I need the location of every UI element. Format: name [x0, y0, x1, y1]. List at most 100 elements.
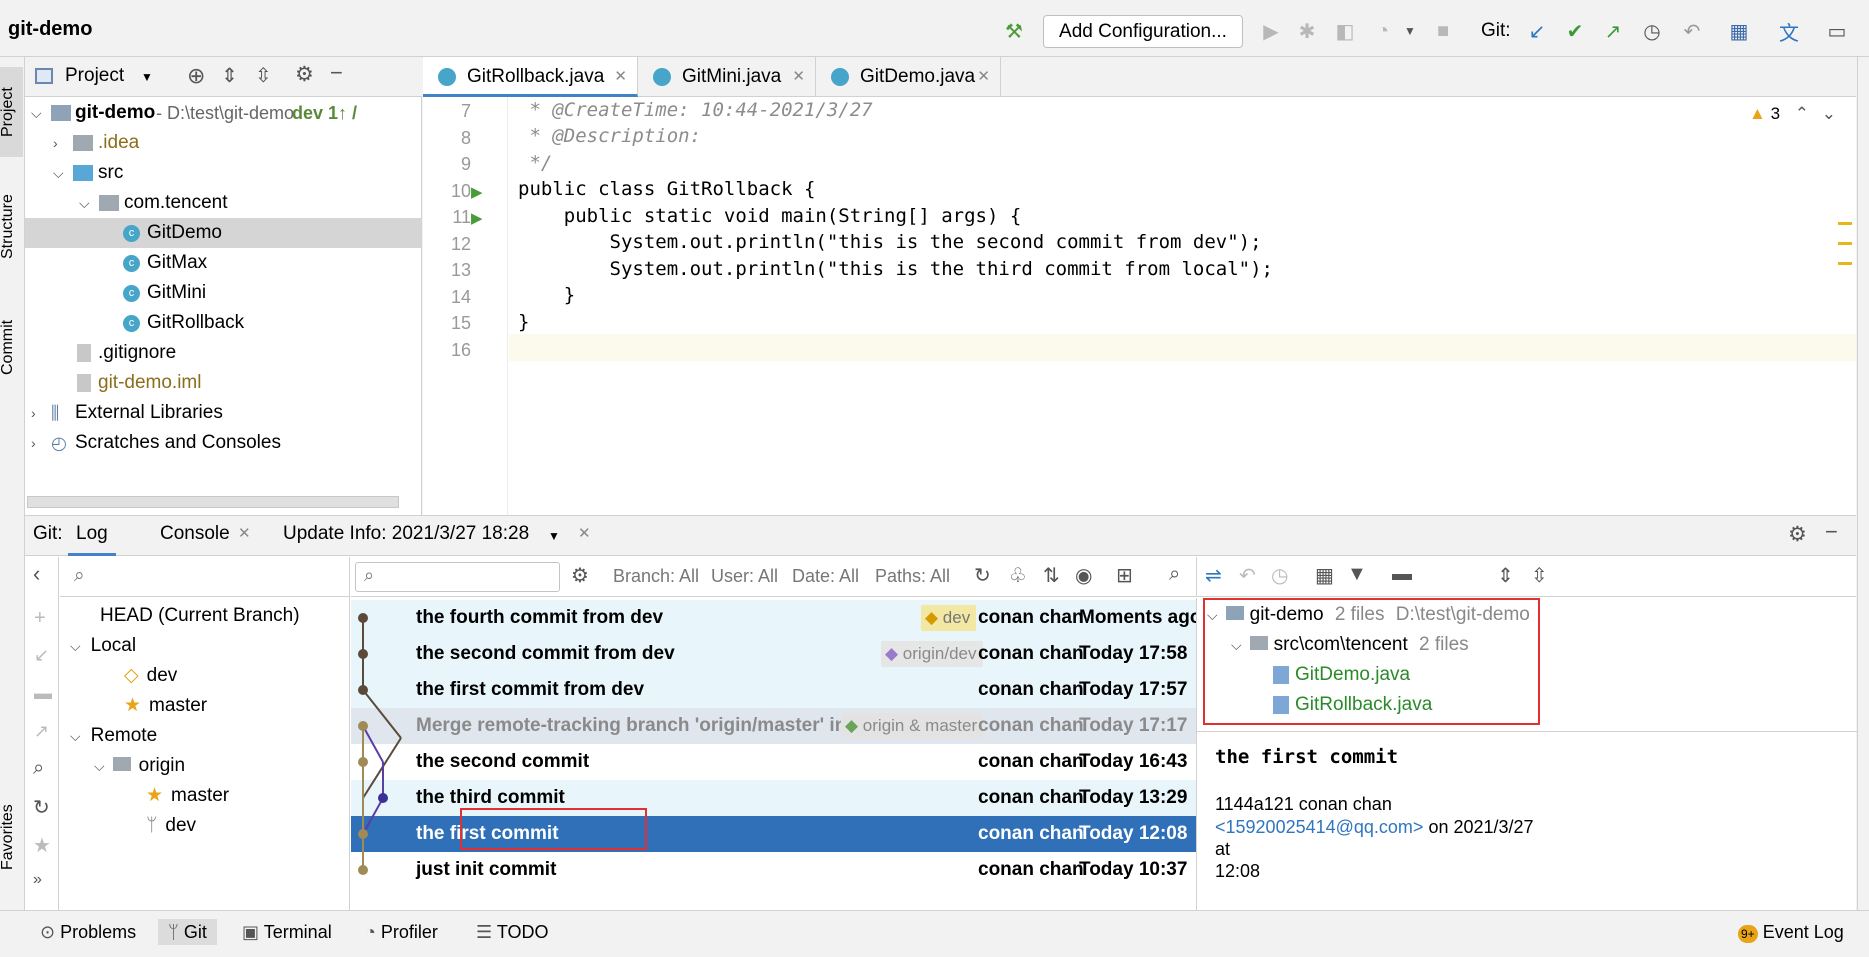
git-button[interactable]: ᛘ Git [158, 919, 217, 945]
event-log-button[interactable]: 9+ Event Log [1738, 919, 1844, 945]
branch-filter[interactable]: Branch: All [613, 566, 699, 587]
tree-row-external-libraries[interactable]: › ⫼ External Libraries [25, 398, 422, 428]
locate-icon[interactable]: ⊕ [187, 63, 205, 89]
run-icon[interactable]: ▶ [1260, 20, 1282, 43]
tree-row-gitignore[interactable]: .gitignore [25, 338, 422, 368]
close-icon[interactable]: ✕ [238, 524, 251, 542]
chevron-down-icon[interactable]: ▼ [1399, 20, 1421, 42]
history-clock-icon[interactable]: ◷ [1641, 20, 1663, 43]
branch-group-local[interactable]: ⌵ Local [70, 631, 136, 661]
close-icon[interactable]: ✕ [614, 57, 627, 97]
tree-row-git-demo[interactable]: ⌵ git-demo - D:\test\git-demo dev 1↑ / [25, 98, 422, 128]
error-stripe-marker[interactable] [1838, 262, 1852, 265]
horizontal-scrollbar[interactable] [27, 496, 399, 508]
delete-icon[interactable]: ▬ [34, 683, 52, 704]
author-email-link[interactable]: <15920025414@qq.com> [1215, 817, 1423, 837]
tree-row-gitmax[interactable]: c GitMax [25, 248, 422, 278]
tree-row-idea[interactable]: › .idea [25, 128, 422, 158]
refresh-icon[interactable]: ↻ [974, 563, 991, 588]
tree-row-package[interactable]: ⌵ com.tencent [25, 188, 422, 218]
chevron-down-icon[interactable]: ⌵ [79, 188, 90, 218]
translate-icon[interactable]: 文 [1778, 20, 1800, 45]
branch-origin-master[interactable]: ★ master [146, 781, 229, 811]
window-layout-icon[interactable]: ▭ [1826, 20, 1848, 43]
plus-icon[interactable]: + [34, 607, 46, 630]
star-icon[interactable]: ★ [33, 833, 51, 858]
merge-icon[interactable]: ↗ [34, 721, 49, 742]
code-area[interactable]: * @CreateTime: 10:44-2021/3/27 * @Descri… [423, 97, 1856, 515]
error-stripe-marker[interactable] [1838, 222, 1852, 225]
collapse-all-icon[interactable]: ⇳ [255, 63, 272, 88]
problems-button[interactable]: ⊙ Problems [40, 919, 136, 945]
branch-local-dev[interactable]: ◇ dev [124, 661, 177, 691]
tree-row-src[interactable]: ⌵ src [25, 158, 422, 188]
refresh-icon[interactable]: ↻ [33, 795, 50, 820]
branch-head[interactable]: HEAD (Current Branch) [100, 601, 300, 631]
rollback-icon[interactable]: ↶ [1681, 20, 1703, 43]
profile-icon[interactable]: ◔ [1372, 20, 1394, 42]
tree-row-scratches[interactable]: › ◴ Scratches and Consoles [25, 428, 422, 458]
commit-row[interactable]: the second commit conan chan Today 16:43 [351, 744, 1220, 780]
gear-icon[interactable]: ⚙ [1788, 522, 1807, 547]
group-by-icon[interactable]: ▦ [1315, 563, 1334, 588]
show-diff-icon[interactable]: ⇌ [1205, 563, 1222, 588]
branch-local-master[interactable]: ★ master [124, 691, 207, 721]
coverage-icon[interactable]: ◧ [1334, 20, 1356, 43]
branch-group-remote[interactable]: ⌵ Remote [70, 721, 157, 751]
terminal-button[interactable]: ▣ Terminal [242, 919, 332, 945]
hide-panel-icon[interactable]: − [1825, 519, 1838, 545]
branch-search-box[interactable]: ⌕ [60, 557, 350, 597]
tab-console[interactable]: Console [160, 523, 230, 545]
tab-log[interactable]: Log [68, 523, 116, 556]
inspection-widget[interactable]: ▲ 3 ⌃ ⌄ [1749, 104, 1836, 124]
layout-icon[interactable]: ▬ [1392, 563, 1412, 586]
tree-row-iml[interactable]: git-demo.iml [25, 368, 422, 398]
chevron-down-icon[interactable]: ⌄ [1822, 104, 1836, 123]
chevron-up-icon[interactable]: ⌃ [1795, 104, 1809, 123]
profiler-button[interactable]: ◔ Profiler [365, 919, 438, 945]
tab-update-info[interactable]: Update Info: 2021/3/27 18:28 [283, 523, 529, 545]
close-icon[interactable]: ✕ [578, 524, 591, 542]
project-structure-icon[interactable]: ▦ [1728, 20, 1750, 43]
date-filter[interactable]: Date: All [792, 566, 859, 587]
gear-icon[interactable]: ⚙ [571, 563, 589, 588]
error-stripe-marker[interactable] [1838, 242, 1852, 245]
debug-icon[interactable]: ✱ [1296, 20, 1318, 43]
tree-row-gitrollback[interactable]: c GitRollback [25, 308, 422, 338]
tab-gitrollback[interactable]: GitRollback.java ✕ [423, 57, 638, 97]
stop-icon[interactable]: ■ [1432, 20, 1454, 42]
collapse-all-icon[interactable]: ⇳ [1531, 563, 1548, 588]
branch-group-origin[interactable]: ⌵ origin [94, 751, 185, 781]
new-tab-icon[interactable]: ⊞ [1116, 563, 1133, 588]
paths-filter[interactable]: Paths: All [875, 566, 950, 587]
commit-check-icon[interactable]: ✔ [1564, 20, 1586, 43]
close-icon[interactable]: ✕ [977, 57, 990, 97]
chevron-down-icon[interactable]: ▼ [141, 70, 153, 84]
commit-row[interactable]: the first commit from dev conan chan Tod… [351, 672, 1220, 708]
tool-tab-project[interactable]: Project [0, 67, 23, 157]
commit-row[interactable]: the second commit from dev ◆ origin/dev … [351, 636, 1220, 672]
branch-origin-dev[interactable]: ᛘ dev [146, 811, 196, 841]
commit-row[interactable]: just init commit conan chan Today 10:37 [351, 852, 1220, 888]
expand-all-icon[interactable]: ⇕ [221, 63, 238, 88]
add-configuration-button[interactable]: Add Configuration... [1043, 15, 1243, 48]
chevron-right-icon[interactable]: › [31, 398, 36, 428]
commit-row[interactable]: the fourth commit from dev ◆ dev conan c… [351, 600, 1220, 636]
log-search-input[interactable]: ⌕ [355, 562, 560, 592]
todo-button[interactable]: ☰ TODO [476, 919, 548, 945]
tool-tab-structure[interactable]: Structure [0, 172, 23, 282]
tree-row-gitdemo[interactable]: c GitDemo [25, 218, 422, 248]
tree-row-gitmini[interactable]: c GitMini [25, 278, 422, 308]
hide-panel-icon[interactable]: − [330, 60, 343, 86]
history-clock-icon[interactable]: ◷ [1271, 563, 1288, 588]
revert-icon[interactable]: ↶ [1239, 563, 1256, 588]
search-icon[interactable]: ⌕ [1169, 563, 1180, 586]
chevron-right-icon[interactable]: › [53, 128, 58, 158]
tab-gitdemo[interactable]: GitDemo.java ✕ [816, 57, 1001, 97]
expand-all-icon[interactable]: ⇕ [1497, 563, 1514, 588]
sort-icon[interactable]: ⇅ [1043, 563, 1060, 588]
update-project-icon[interactable]: ↙ [1526, 20, 1548, 43]
push-icon[interactable]: ↗ [1602, 20, 1624, 43]
commit-row[interactable]: Merge remote-tracking branch 'origin/mas… [351, 708, 1220, 744]
tab-gitmini[interactable]: GitMini.java ✕ [638, 57, 816, 97]
